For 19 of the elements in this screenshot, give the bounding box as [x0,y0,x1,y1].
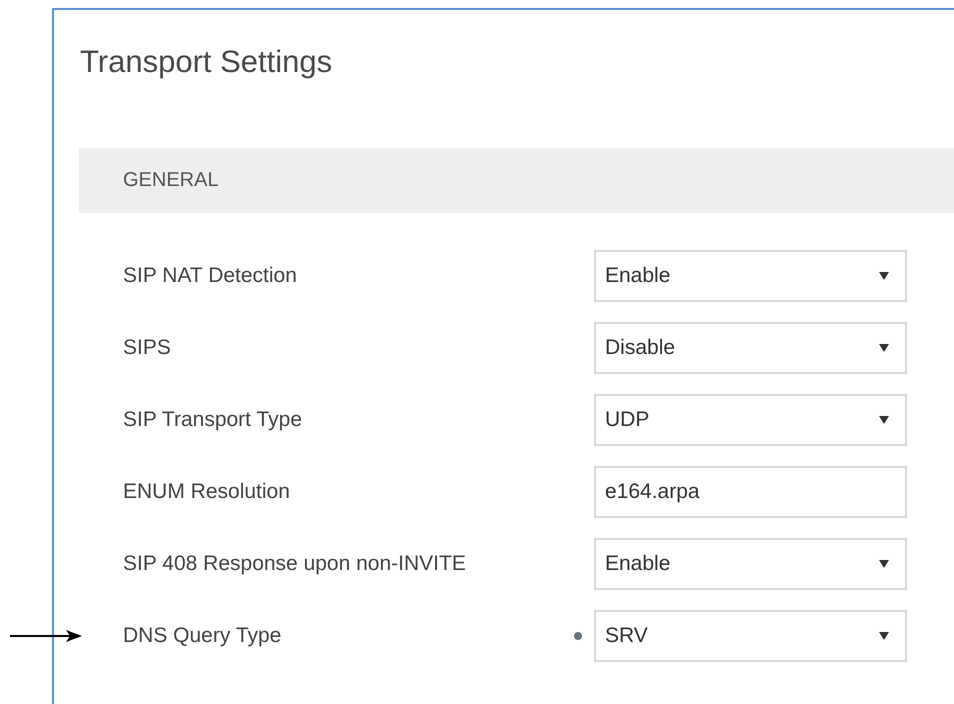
field-label: DNS Query Type [123,624,282,648]
caret-icon [879,272,889,280]
caret-icon [879,632,889,640]
field-label: ENUM Resolution [123,480,291,504]
field-label: SIP 408 Response upon non-INVITE [123,552,467,576]
dropdown[interactable]: UDP [594,394,907,446]
dropdown[interactable]: Enable [594,250,907,302]
field-label: SIP Transport Type [123,408,303,432]
field-label: SIPS [123,336,172,360]
caret-icon [879,560,889,568]
caret-icon [879,344,889,352]
dropdown[interactable]: Enable [594,538,907,590]
field-label: SIP NAT Detection [123,264,298,288]
dropdown[interactable]: Disable [594,322,907,374]
text-field[interactable]: e164.arpa [594,466,907,518]
page-title: Transport Settings [79,43,334,81]
dropdown[interactable]: SRV [594,610,907,662]
caret-icon [879,416,889,424]
section-title: GENERAL [123,169,219,192]
